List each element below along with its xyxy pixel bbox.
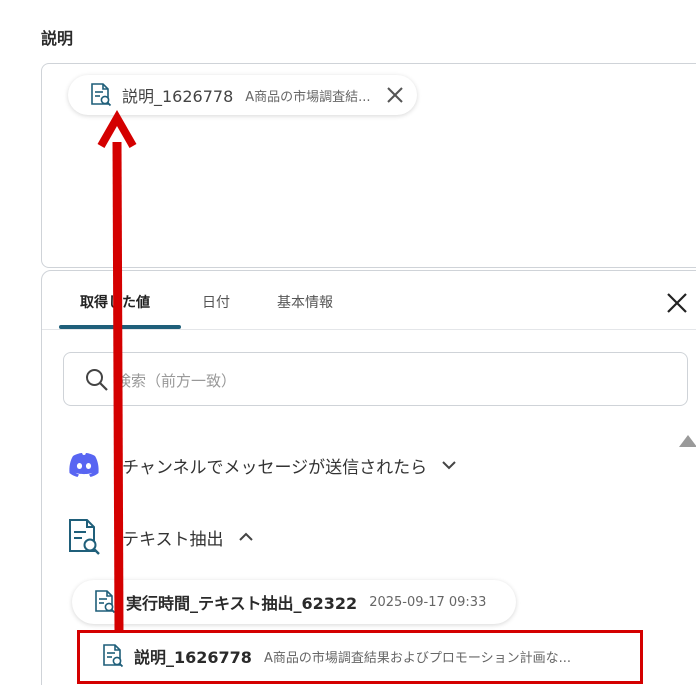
- document-search-icon: [69, 519, 100, 555]
- group-title: チャンネルでメッセージが送信されたら: [122, 457, 428, 478]
- document-search-icon: [91, 83, 112, 107]
- scroll-up-arrow[interactable]: [679, 435, 696, 447]
- document-search-icon: [95, 590, 116, 614]
- tab-acquired-values[interactable]: 取得した値: [80, 292, 150, 312]
- remove-chip-icon[interactable]: [385, 85, 405, 105]
- search-icon: [86, 369, 108, 391]
- tab-date[interactable]: 日付: [202, 292, 230, 312]
- chevron-up-icon[interactable]: [238, 529, 254, 545]
- value-chip-execution-time[interactable]: 実行時間_テキスト抽出_62322 2025-09-17 09:33: [72, 580, 517, 624]
- inserted-value-chip[interactable]: 説明_1626778 A商品の市場調査結...: [68, 75, 417, 115]
- chip-value: 2025-09-17 09:33: [369, 594, 487, 610]
- chip-name: 実行時間_テキスト抽出_62322: [126, 594, 358, 613]
- highlight-box: [77, 630, 643, 684]
- chevron-down-icon[interactable]: [441, 457, 457, 473]
- discord-icon: [69, 453, 99, 477]
- chip-value: A商品の市場調査結...: [245, 89, 371, 105]
- group-title: テキスト抽出: [122, 529, 224, 550]
- tab-basic-info[interactable]: 基本情報: [277, 292, 333, 312]
- group-discord-trigger[interactable]: チャンネルでメッセージが送信されたら: [64, 445, 457, 485]
- close-icon[interactable]: [664, 290, 690, 316]
- search-box[interactable]: 検索（前方一致）: [63, 352, 688, 406]
- chip-name: 説明_1626778: [122, 87, 234, 106]
- field-label: 説明: [41, 29, 74, 48]
- active-tab-indicator: [59, 325, 181, 329]
- tab-bar: 取得した値 日付 基本情報: [42, 271, 696, 330]
- group-text-extraction[interactable]: テキスト抽出: [64, 517, 254, 557]
- search-placeholder: 検索（前方一致）: [116, 372, 237, 390]
